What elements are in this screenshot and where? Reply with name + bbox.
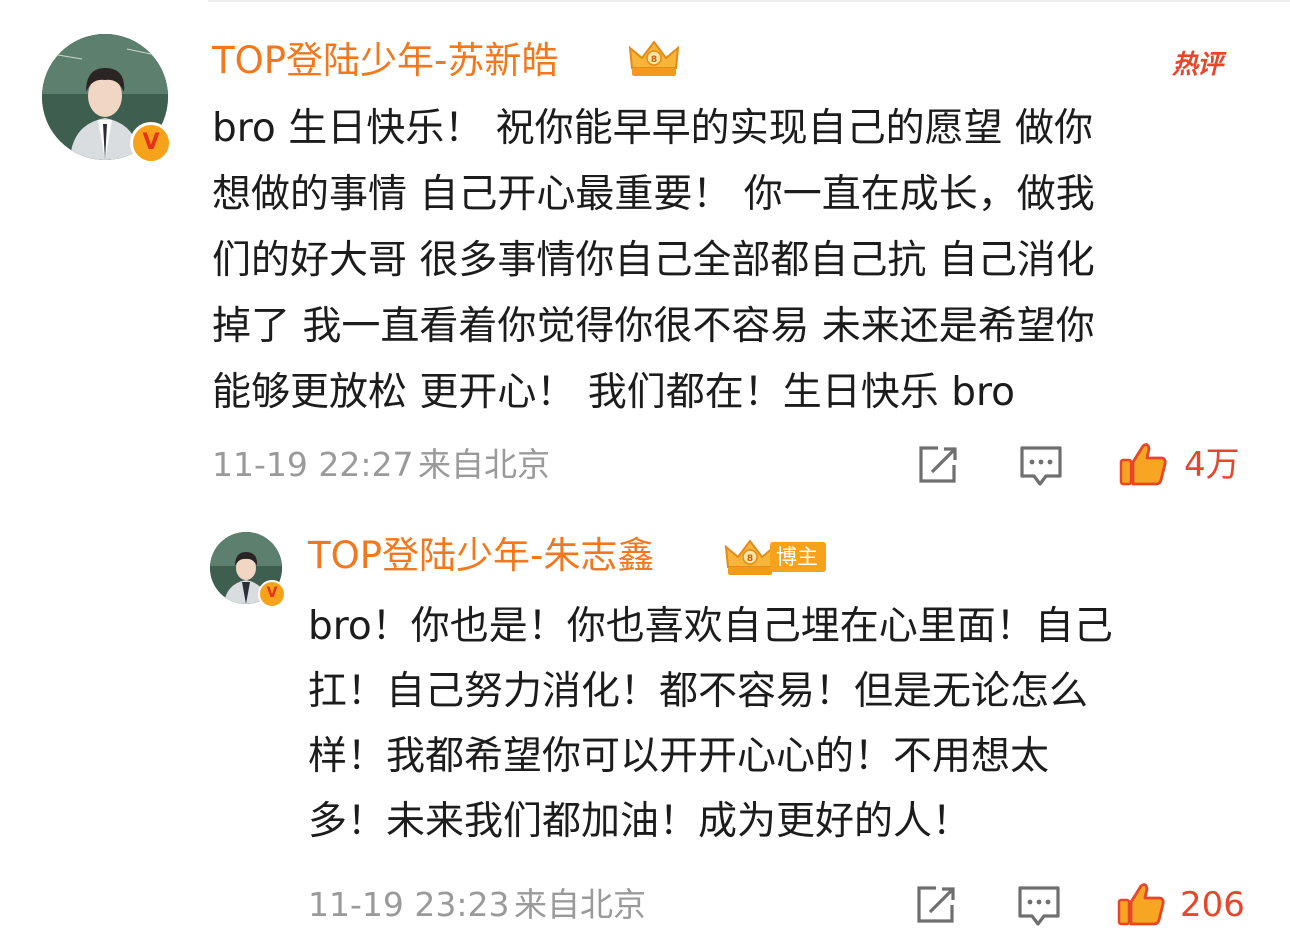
comment-timestamp: 11-19 23:23 bbox=[308, 885, 510, 924]
thumbs-up-icon[interactable] bbox=[1118, 440, 1168, 488]
comment-location: 来自北京 bbox=[418, 445, 550, 484]
vip-crown-icon: 8 bbox=[628, 40, 680, 76]
comment-timestamp: 11-19 22:27 bbox=[212, 445, 414, 484]
verified-v-icon: V bbox=[258, 580, 286, 608]
share-icon[interactable] bbox=[914, 884, 958, 926]
comment-text: bro 生日快乐！ 祝你能早早的实现自己的愿望 做你 想做的事情 自己开心最重要… bbox=[212, 106, 1095, 415]
username[interactable]: TOP登陆少年-苏新皓 bbox=[212, 36, 558, 86]
comment-icon[interactable] bbox=[1018, 444, 1064, 488]
blogger-badge: 博主 bbox=[770, 542, 826, 572]
comment-location: 来自北京 bbox=[514, 885, 646, 924]
svg-text:8: 8 bbox=[651, 55, 657, 65]
top-divider bbox=[208, 0, 1290, 2]
hot-comment-badge: 热评 bbox=[1172, 50, 1223, 80]
thumbs-up-icon[interactable] bbox=[1116, 880, 1166, 928]
username[interactable]: TOP登陆少年-朱志鑫 bbox=[308, 531, 654, 581]
like-count: 206 bbox=[1180, 885, 1245, 925]
share-icon[interactable] bbox=[916, 444, 960, 486]
like-count: 4万 bbox=[1184, 445, 1240, 485]
comment-text: bro！你也是！你也喜欢自己埋在心里面！自己 扛！自己努力消化！都不容易！但是无… bbox=[308, 604, 1113, 844]
comment-icon[interactable] bbox=[1016, 884, 1062, 928]
svg-text:8: 8 bbox=[747, 554, 753, 564]
verified-v-icon: V bbox=[130, 122, 172, 164]
